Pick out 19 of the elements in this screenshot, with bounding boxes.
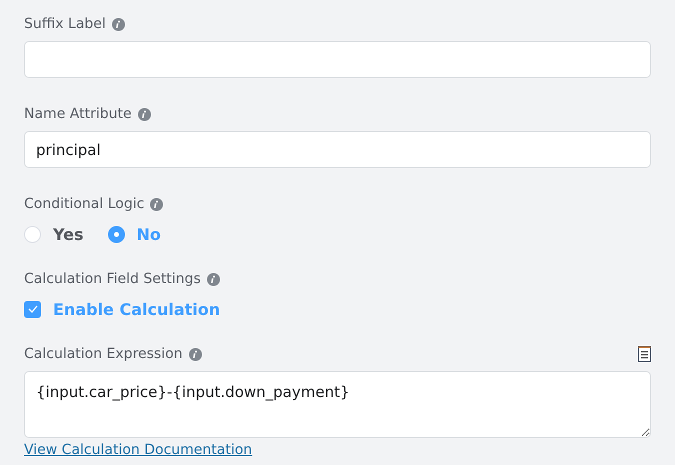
info-icon[interactable] (188, 348, 202, 360)
text-field[interactable]: principal (24, 131, 651, 168)
expression-field[interactable]: {input.car_price}-{input.down_payment} (24, 371, 651, 438)
field-label: Calculation Expression (24, 346, 183, 362)
radio-option[interactable]: Yes (24, 224, 84, 244)
check-icon (28, 305, 38, 313)
field-label: Conditional Logic (24, 196, 144, 212)
radio-button[interactable] (108, 226, 124, 242)
info-icon[interactable] (206, 272, 220, 286)
text-field[interactable] (24, 41, 651, 78)
documentation-link[interactable]: View Calculation Documentation (24, 442, 252, 458)
checkbox[interactable] (24, 300, 41, 318)
field-label: Name Attribute (24, 106, 132, 122)
info-icon[interactable] (138, 108, 151, 120)
field-label: Calculation Field Settings (24, 271, 201, 287)
field-label: Suffix Label (24, 16, 106, 32)
info-icon[interactable] (150, 198, 164, 210)
info-icon[interactable] (112, 18, 125, 30)
document-icon[interactable] (638, 346, 651, 362)
